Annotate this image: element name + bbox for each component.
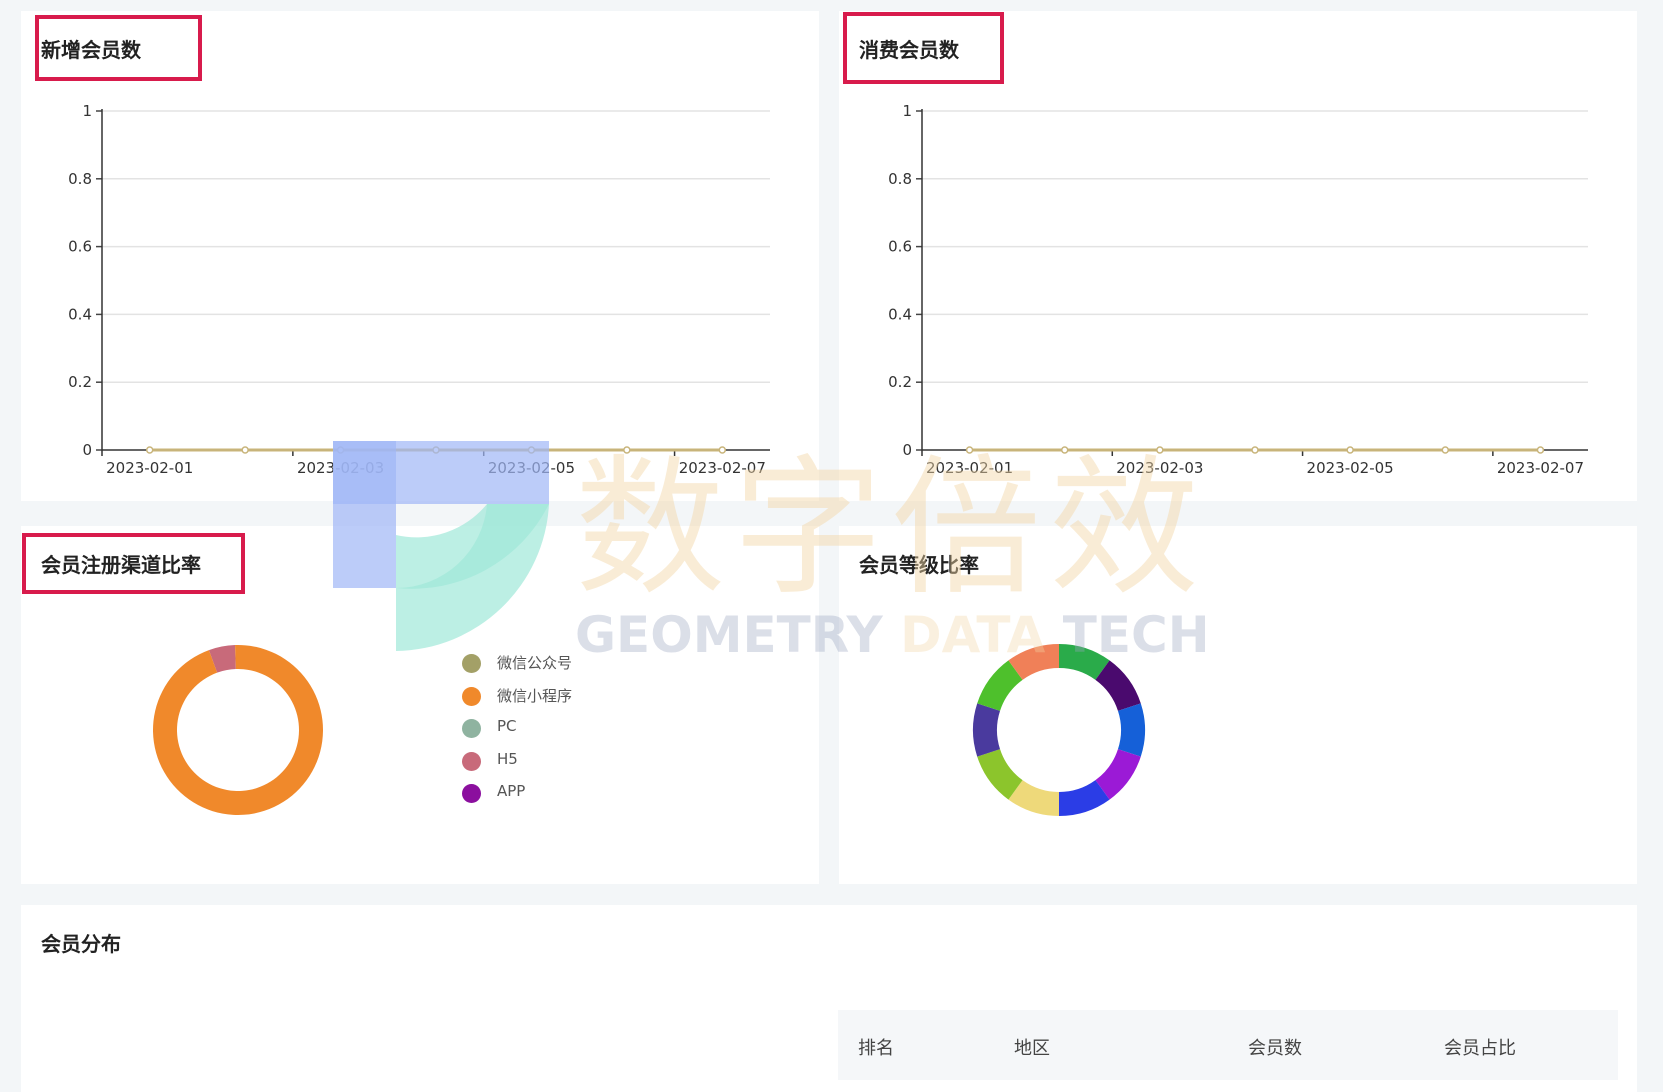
legend-label: 微信小程序 [497, 686, 573, 705]
th-rank: 排名 [858, 1038, 894, 1059]
y-tick-label: 0.4 [68, 305, 92, 323]
legend-label: 微信公众号 [497, 654, 573, 672]
y-tick-label: 0 [902, 441, 912, 459]
legend-label: H5 [497, 749, 518, 768]
donut-level-group [973, 644, 1146, 816]
y-tick-label: 1 [82, 102, 92, 120]
data-point [718, 446, 727, 454]
legend-marker [462, 751, 481, 771]
y-tick-label: 0.4 [888, 305, 912, 323]
th-region: 地区 [1014, 1038, 1050, 1059]
data-point [527, 446, 536, 454]
data-point [1156, 446, 1164, 454]
data-point [623, 446, 631, 454]
y-tick-label: 0.6 [68, 238, 92, 256]
data-point [241, 446, 249, 454]
x-tick-label: 2023-02-07 [679, 459, 766, 477]
donut-slice [973, 703, 1001, 757]
data-point [432, 446, 440, 454]
x-tick-label: 2023-02-03 [1116, 459, 1203, 477]
x-tick-label: 2023-02-05 [1307, 459, 1394, 477]
data-point [1060, 446, 1069, 454]
th-member-count: 会员数 [1248, 1038, 1302, 1059]
x-tick-label: 2023-02-07 [1497, 459, 1584, 477]
data-point [1536, 446, 1545, 454]
data-point [1441, 446, 1450, 454]
donut-channel-group [153, 645, 324, 815]
y-tick-label: 0.2 [888, 373, 912, 391]
x-tick-label: 2023-02-05 [488, 459, 575, 477]
y-tick-label: 0.6 [888, 238, 912, 256]
data-point [965, 446, 974, 454]
y-tick-label: 0.2 [68, 373, 92, 391]
legend-marker [462, 784, 481, 803]
legend-label: PC [497, 717, 517, 735]
legend-marker [462, 719, 481, 738]
data-point [336, 446, 345, 454]
y-tick-label: 0.8 [68, 170, 92, 188]
line-chart-0-group: 0 0.2 0.4 0.6 0.8 1 2023-02-01 2023-02-03 2023-0… [68, 102, 770, 477]
data-point [145, 446, 154, 454]
distribution-table-header: 排名 地区 会员数 会员占比 [838, 1010, 1618, 1080]
data-point [1251, 446, 1259, 454]
legend-label: APP [497, 782, 526, 800]
line-chart-new-members: 0 0.2 0.4 0.6 0.8 1 2023-02-01 2023-02-03 2023-0… [68, 102, 1588, 816]
y-tick-label: 0.8 [888, 170, 912, 188]
legend-marker [462, 686, 481, 706]
th-member-share: 会员占比 [1444, 1038, 1516, 1059]
data-point [1346, 446, 1354, 454]
donut-slice [153, 645, 324, 815]
x-tick-label: 2023-02-03 [297, 459, 384, 477]
line-chart-1-group: 0 0.2 0.4 0.6 0.8 1 2023-02-01 2023-02-03 2023-0… [888, 102, 1588, 477]
y-tick-label: 0 [82, 441, 92, 459]
x-tick-label: 2023-02-01 [926, 459, 1013, 477]
legend-marker [462, 654, 481, 673]
y-tick-label: 1 [902, 102, 912, 120]
donut-slice [1117, 703, 1146, 757]
x-tick-label: 2023-02-01 [106, 459, 193, 477]
